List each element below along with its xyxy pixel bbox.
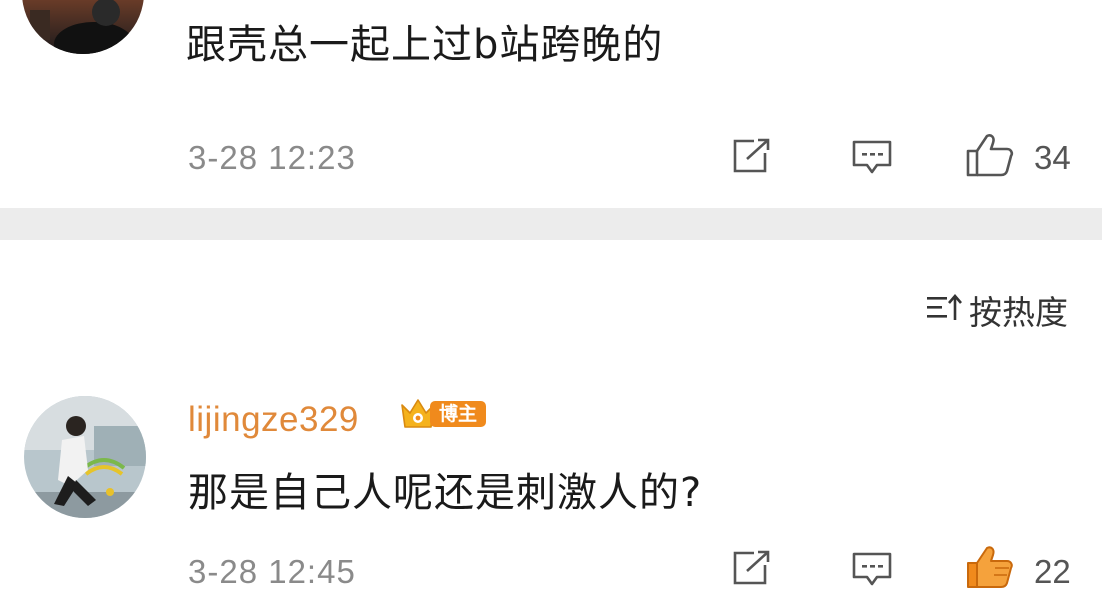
share-icon[interactable] [732,138,772,178]
like-count: 22 [1034,553,1071,590]
comment-item: 跟壳总一起上过b站跨晚的 3-28 12:23 34 [0,0,1102,208]
like-count: 34 [1034,139,1071,176]
comment-icon[interactable] [851,551,893,591]
sort-by-heat-button[interactable]: 按热度 [925,286,1068,334]
thumbs-up-icon[interactable] [965,544,1015,594]
sort-label: 按热度 [969,293,1068,332]
avatar[interactable] [22,0,144,54]
thumbs-up-icon[interactable] [965,132,1015,182]
blogger-badge: 博主 [398,397,490,431]
username[interactable]: lijingze329 [188,400,359,440]
comment-text: 跟壳总一起上过b站跨晚的 [186,22,664,68]
share-icon[interactable] [732,550,772,590]
avatar[interactable] [24,396,146,518]
comment-feed: 跟壳总一起上过b站跨晚的 3-28 12:23 34 按热度 lijingze3… [0,0,1102,612]
comment-icon[interactable] [851,139,893,179]
comment-text: 那是自己人呢还是刺激人的? [188,470,703,516]
comment-timestamp: 3-28 12:23 [188,139,356,176]
comment-item: lijingze329 博主 那是自己人呢还是刺激人的? 3-28 12:45 [0,390,1102,612]
section-divider [0,208,1102,240]
sort-icon [925,292,965,328]
badge-label: 博主 [430,401,486,427]
comment-timestamp: 3-28 12:45 [188,553,356,590]
